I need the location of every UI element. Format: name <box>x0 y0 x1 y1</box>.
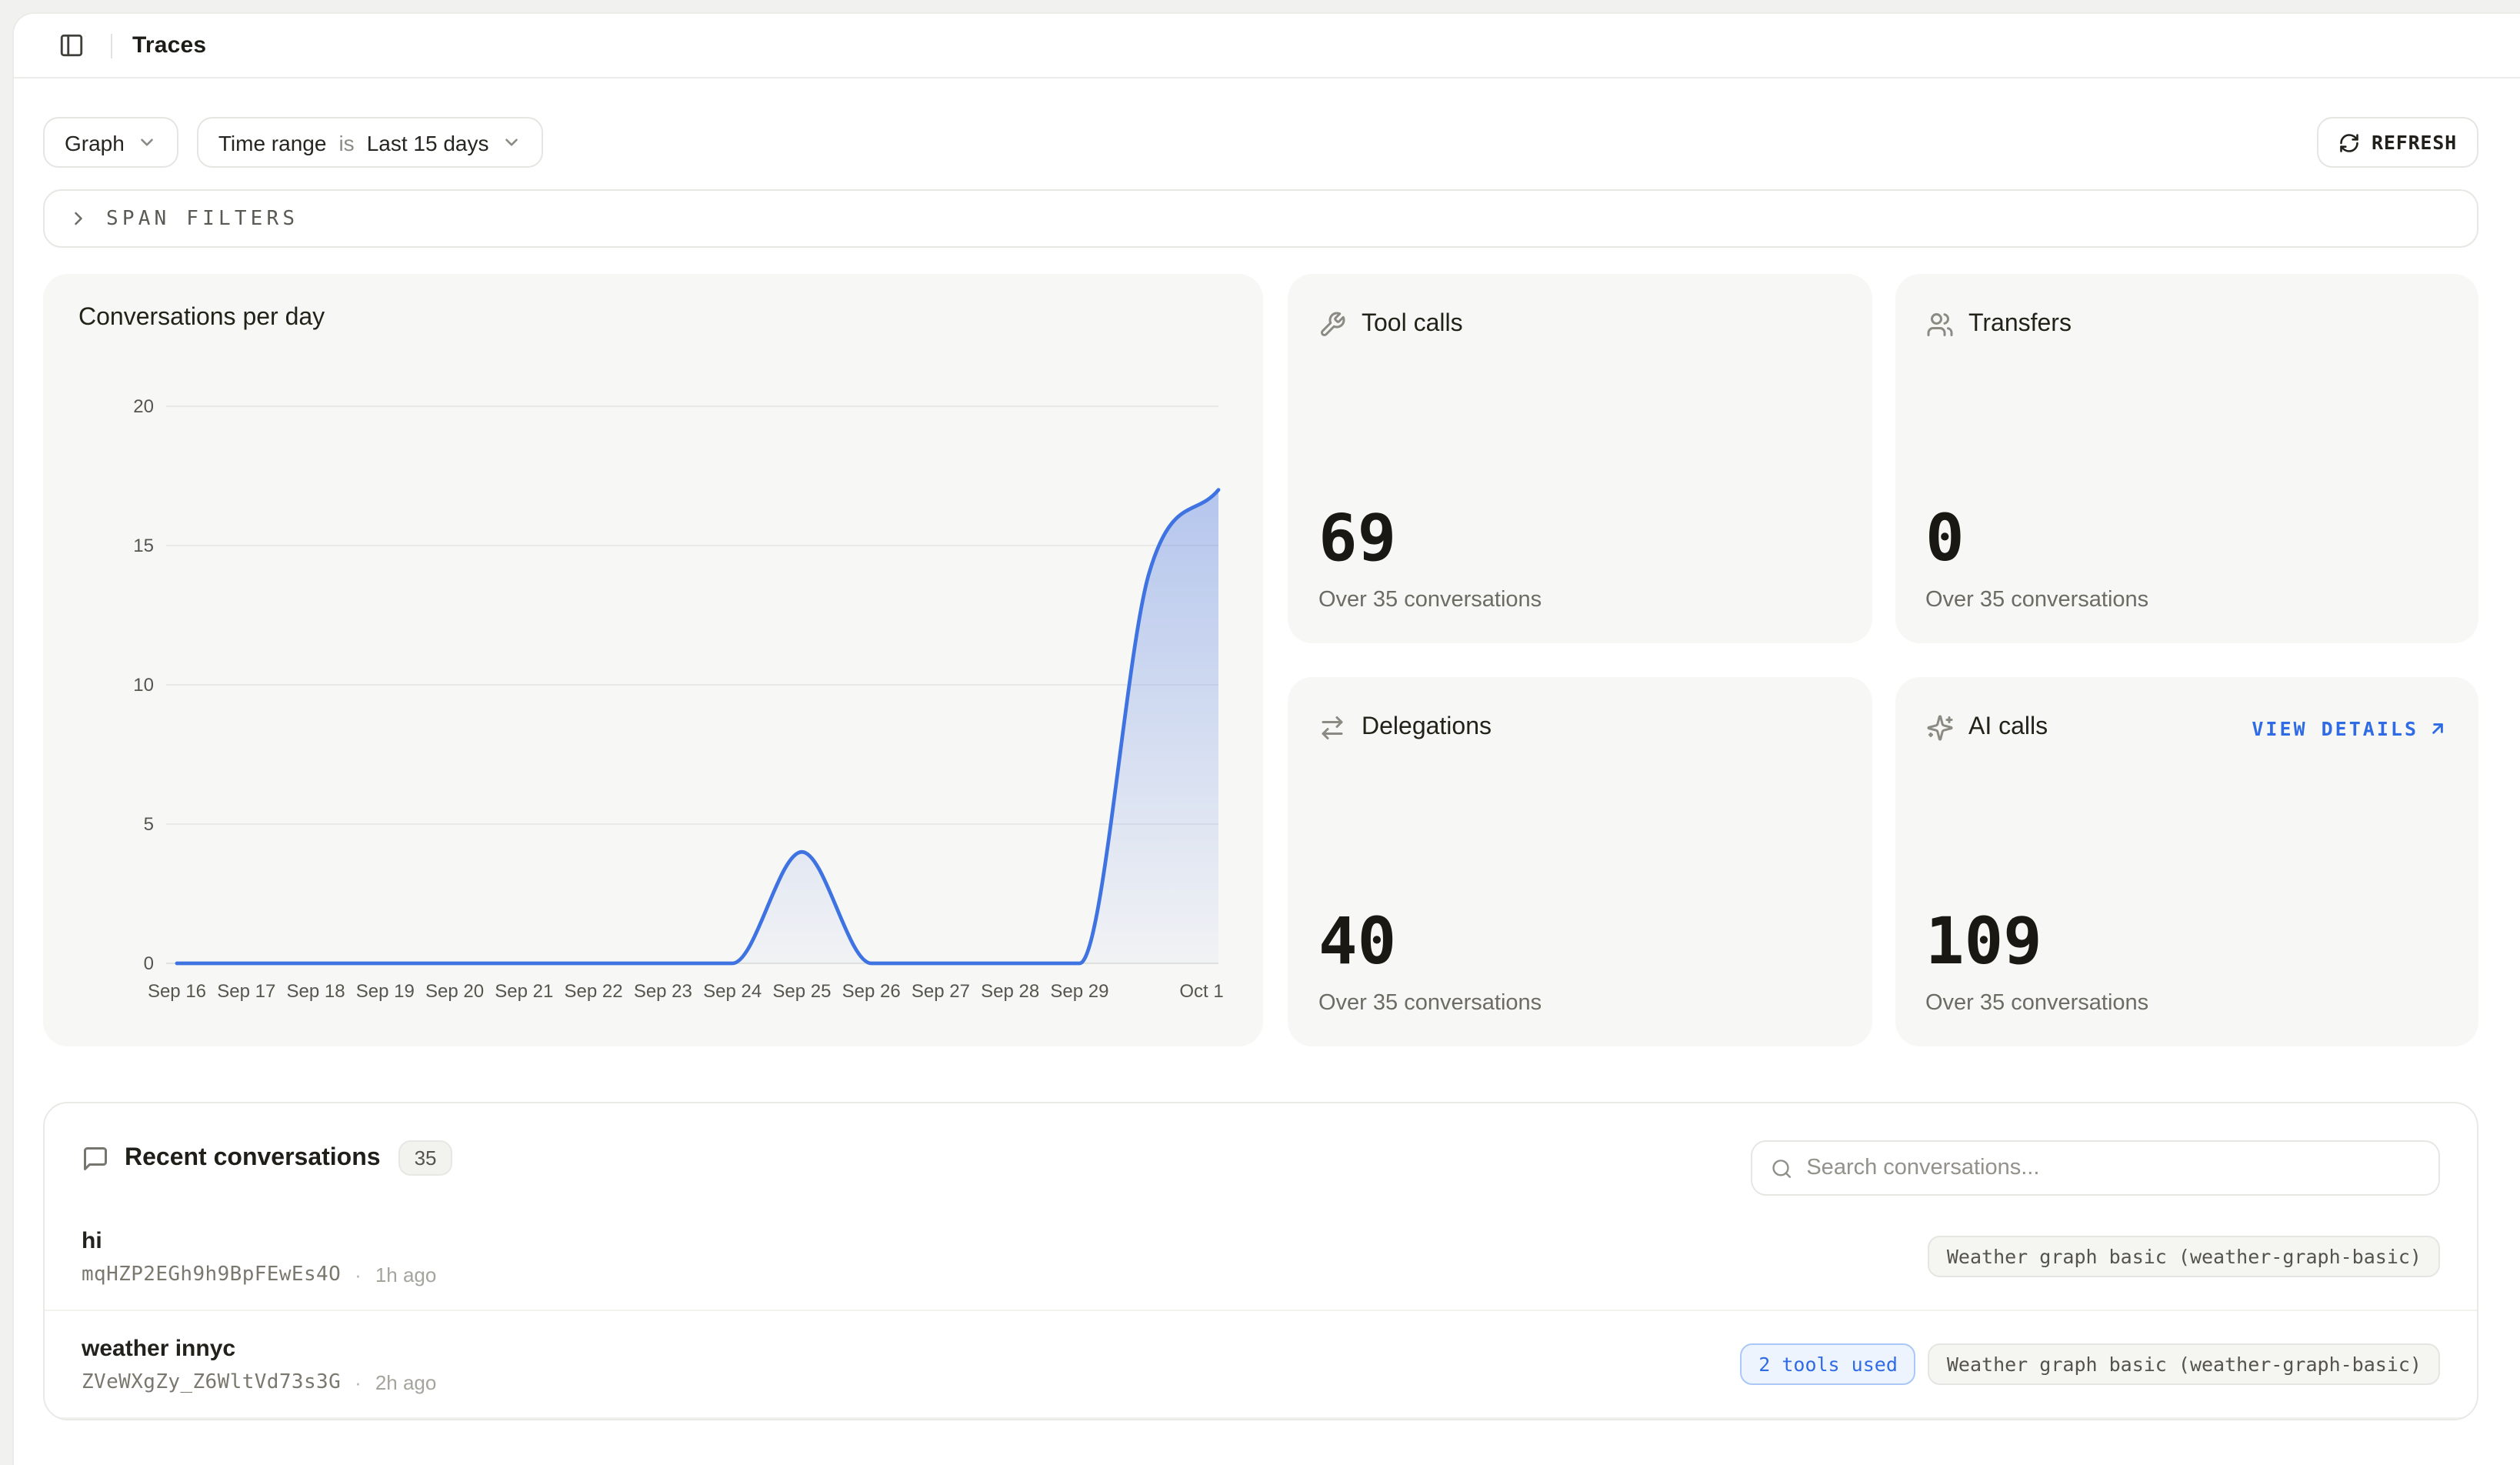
search-input[interactable] <box>1806 1156 2420 1180</box>
panel-left-icon <box>58 32 84 58</box>
x-tick-label: Sep 17 <box>217 981 275 1002</box>
conversation-id: mqHZP2EGh9h9BpFEwEs4O <box>82 1263 341 1286</box>
conversation-count-badge: 35 <box>399 1140 452 1176</box>
conversation-time: 1h ago <box>375 1263 437 1286</box>
x-tick-label: Sep 20 <box>425 981 484 1002</box>
conversation-time: 2h ago <box>375 1370 437 1393</box>
wrench-icon <box>1318 311 1346 339</box>
conversation-list: hi mqHZP2EGh9h9BpFEwEs4O · 1h ago Weather gr… <box>45 1203 2477 1419</box>
toolbar: Graph Time range is Last 15 days REFRESH <box>43 117 2478 168</box>
conversation-id: ZVeWXgZy_Z6WltVd73s3G <box>82 1370 341 1393</box>
x-tick-label: Sep 27 <box>912 981 970 1002</box>
agent-badge: Weather graph basic (weather-graph-basic… <box>1928 1343 2440 1385</box>
conversation-row[interactable]: hi mqHZP2EGh9h9BpFEwEs4O · 1h ago Weather gr… <box>45 1203 2477 1311</box>
stat-subtitle: Over 35 conversations <box>1318 588 1841 612</box>
y-tick-label: 10 <box>133 675 154 696</box>
header-divider <box>111 33 112 58</box>
meta-separator: · <box>355 1370 362 1393</box>
stat-value: 0 <box>1925 506 2448 571</box>
app-window: Traces Graph Time range is Last 15 days … <box>12 12 2520 1465</box>
stat-subtitle: Over 35 conversations <box>1925 588 2448 612</box>
chart-area <box>177 490 1218 963</box>
conversation-title: weather innyc <box>82 1335 436 1361</box>
graph-dropdown[interactable]: Graph <box>43 117 178 168</box>
message-square-icon <box>82 1144 109 1172</box>
stat-value: 40 <box>1318 909 1841 974</box>
stat-value: 109 <box>1925 909 2448 974</box>
users-icon <box>1925 311 1953 339</box>
time-range-filter[interactable]: Time range is Last 15 days <box>197 117 543 168</box>
arrow-right-left-icon <box>1318 714 1346 742</box>
y-tick-label: 20 <box>133 396 154 417</box>
stat-card-delegations: Delegations 40 Over 35 conversations <box>1288 677 1872 1046</box>
page-title: Traces <box>132 32 206 58</box>
x-tick-label: Sep 28 <box>981 981 1039 1002</box>
span-filters-label: SPAN FILTERS <box>106 207 298 230</box>
time-range-label: Time range <box>218 130 327 155</box>
stat-title: Transfers <box>1968 311 2072 339</box>
chevron-right-icon <box>68 208 89 229</box>
x-tick-label: Sep 16 <box>148 981 206 1002</box>
recent-conversations-card: Recent conversations 35 hi mqHZP2EGh9h9Bp… <box>43 1102 2478 1420</box>
agent-badge: Weather graph basic (weather-graph-basic… <box>1928 1236 2440 1277</box>
time-range-operator: is <box>338 130 354 155</box>
stat-subtitle: Over 35 conversations <box>1318 991 1841 1016</box>
arrow-up-right-icon <box>2428 718 2448 738</box>
tools-used-badge: 2 tools used <box>1740 1343 1916 1385</box>
y-tick-label: 15 <box>133 536 154 556</box>
x-tick-label: Sep 26 <box>842 981 901 1002</box>
chart-line <box>177 490 1218 963</box>
x-tick-label: Sep 29 <box>1050 981 1108 1002</box>
stat-value: 69 <box>1318 506 1841 571</box>
x-tick-label: Oct 1 <box>1179 981 1223 1002</box>
search-icon <box>1771 1156 1792 1180</box>
span-filters-expander[interactable]: SPAN FILTERS <box>43 189 2478 248</box>
stat-title: Tool calls <box>1362 311 1463 339</box>
x-tick-label: Sep 23 <box>634 981 692 1002</box>
conversation-title: hi <box>82 1227 436 1253</box>
search-box <box>1751 1140 2440 1196</box>
conversation-row[interactable]: weather innyc ZVeWXgZy_Z6WltVd73s3G · 2h ag… <box>45 1311 2477 1419</box>
stat-title: AI calls <box>1968 714 2048 742</box>
chart-title: Conversations per day <box>78 305 325 332</box>
time-range-value: Last 15 days <box>367 130 489 155</box>
stat-title: Delegations <box>1362 714 1492 742</box>
stat-subtitle: Over 35 conversations <box>1925 991 2448 1016</box>
x-tick-label: Sep 22 <box>565 981 623 1002</box>
conversations-chart-card: 0 5 10 15 20 Sep 16 Sep 17 Sep 18 Sep 19 Sep 20 Se… <box>43 274 1263 1046</box>
chevron-down-icon <box>501 132 521 152</box>
x-tick-label: Sep 19 <box>356 981 415 1002</box>
refresh-icon <box>2338 132 2359 153</box>
recent-conversations-title: Recent conversations <box>125 1144 381 1172</box>
x-tick-label: Sep 24 <box>703 981 762 1002</box>
top-bar: Traces <box>14 14 2520 78</box>
y-tick-label: 0 <box>144 953 154 974</box>
view-details-label: VIEW DETAILS <box>2252 716 2418 739</box>
conversations-per-day-chart: 0 5 10 15 20 Sep 16 Sep 17 Sep 18 Sep 19 Sep 20 Se… <box>43 274 1263 1046</box>
graph-dropdown-label: Graph <box>65 130 125 155</box>
chevron-down-icon <box>137 132 157 152</box>
x-tick-label: Sep 25 <box>772 981 831 1002</box>
stat-card-tool-calls: Tool calls 69 Over 35 conversations <box>1288 274 1872 643</box>
sparkles-icon <box>1925 714 1953 742</box>
meta-separator: · <box>355 1263 362 1286</box>
refresh-button[interactable]: REFRESH <box>2316 117 2478 168</box>
y-tick-label: 5 <box>144 814 154 835</box>
stat-card-transfers: Transfers 0 Over 35 conversations <box>1895 274 2478 643</box>
stat-card-ai-calls: AI calls VIEW DETAILS 109 Over 35 conver… <box>1895 677 2478 1046</box>
view-details-link[interactable]: VIEW DETAILS <box>2252 716 2448 739</box>
x-tick-label: Sep 21 <box>495 981 553 1002</box>
sidebar-toggle-button[interactable] <box>51 25 91 65</box>
refresh-label: REFRESH <box>2372 131 2457 154</box>
x-tick-label: Sep 18 <box>286 981 345 1002</box>
